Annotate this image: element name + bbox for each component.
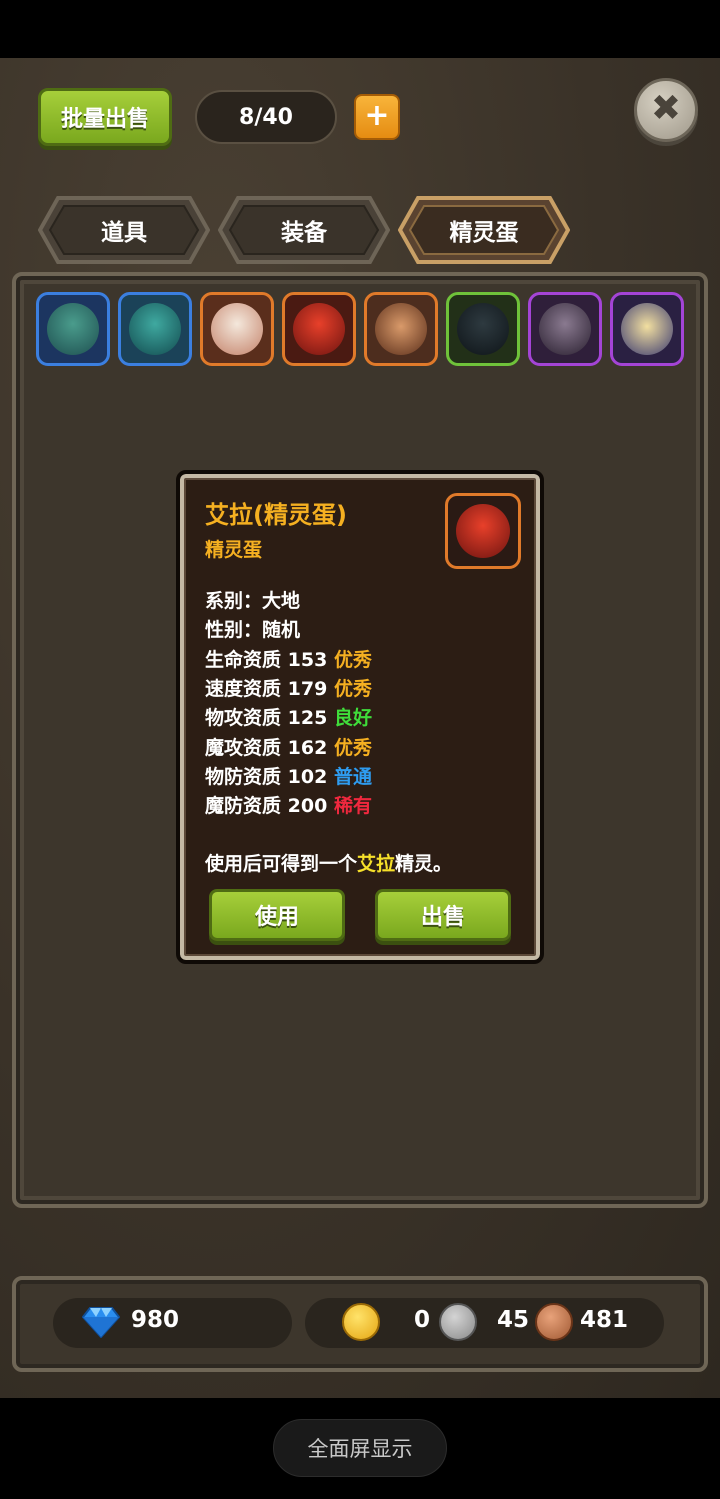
stat-label: 生命资质	[205, 649, 282, 671]
sell-button[interactable]: 出售	[375, 889, 511, 941]
stat-matk-aptitude: 魔攻资质 162 优秀	[205, 733, 372, 760]
stat-value: 102	[287, 766, 328, 788]
stat-speed-aptitude: 速度资质 179 优秀	[205, 674, 372, 701]
stat-label: 系别：	[205, 590, 263, 612]
inventory-slot[interactable]	[610, 292, 684, 366]
stat-element: 系别：大地	[205, 586, 300, 613]
tab-equipment-label: 装备	[281, 220, 327, 246]
witch-girl-icon	[621, 303, 673, 355]
diamond-icon	[82, 1307, 120, 1338]
stat-label: 性别：	[205, 619, 263, 641]
item-icon-frame	[445, 493, 521, 569]
tab-items[interactable]: 道具	[38, 196, 210, 264]
bronze-amount: 481	[580, 1307, 629, 1333]
tab-spirit-eggs-label: 精灵蛋	[449, 220, 519, 246]
stat-label: 物防资质	[205, 766, 282, 788]
black-bird-icon	[457, 303, 509, 355]
stat-grade: 良好	[333, 707, 372, 729]
desc-highlight: 艾拉	[357, 853, 396, 875]
stat-value: 大地	[262, 590, 301, 612]
stat-grade: 普通	[333, 766, 372, 788]
stat-hp-aptitude: 生命资质 153 优秀	[205, 645, 372, 672]
stat-label: 魔防资质	[205, 795, 282, 817]
stat-value: 200	[287, 795, 328, 817]
red-dragon-icon	[456, 504, 510, 558]
tab-equipment[interactable]: 装备	[218, 196, 390, 264]
gold-crown-coin-icon	[342, 1303, 380, 1341]
desc-suffix: 精灵。	[395, 853, 453, 875]
stat-grade: 优秀	[333, 678, 372, 700]
teal-creature-icon	[129, 303, 181, 355]
tab-spirit-eggs[interactable]: 精灵蛋	[398, 196, 570, 264]
stat-value: 179	[287, 678, 328, 700]
stat-patk-aptitude: 物攻资质 125 良好	[205, 703, 372, 730]
inventory-slot[interactable]	[364, 292, 438, 366]
stat-pdef-aptitude: 物防资质 102 普通	[205, 762, 372, 789]
inventory-slot[interactable]	[200, 292, 274, 366]
stat-mdef-aptitude: 魔防资质 200 稀有	[205, 791, 372, 818]
inventory-slot[interactable]	[528, 292, 602, 366]
item-title: 艾拉(精灵蛋)	[205, 501, 347, 529]
inventory-slot[interactable]	[118, 292, 192, 366]
stat-value: 125	[287, 707, 328, 729]
close-icon[interactable]: ✖	[634, 78, 698, 142]
inventory-capacity: 8/40	[195, 90, 337, 144]
silver-amount: 45	[497, 1307, 530, 1333]
desc-prefix: 使用后可得到一个	[205, 853, 358, 875]
status-bar-area	[0, 0, 720, 58]
stat-label: 物攻资质	[205, 707, 282, 729]
inventory-slot[interactable]	[36, 292, 110, 366]
tab-items-label: 道具	[101, 220, 147, 246]
plus-icon[interactable]: +	[354, 94, 400, 140]
item-type: 精灵蛋	[205, 539, 263, 561]
stat-label: 速度资质	[205, 678, 282, 700]
gold-amount: 0	[414, 1307, 431, 1333]
stat-grade: 优秀	[333, 737, 372, 759]
blue-creature-icon	[47, 303, 99, 355]
use-button[interactable]: 使用	[209, 889, 345, 941]
bronze-crown-coin-icon	[535, 1303, 573, 1341]
stat-value: 随机	[262, 619, 301, 641]
silver-crown-coin-icon	[439, 1303, 477, 1341]
fullscreen-display-button[interactable]: 全面屏显示	[273, 1419, 447, 1477]
brown-hero-icon	[375, 303, 427, 355]
gem-amount: 980	[131, 1307, 180, 1333]
stat-gender: 性别：随机	[205, 615, 300, 642]
stat-value: 153	[287, 649, 328, 671]
shadow-beast-icon	[539, 303, 591, 355]
stat-grade: 稀有	[333, 795, 372, 817]
stat-grade: 优秀	[333, 649, 372, 671]
inventory-slot[interactable]	[446, 292, 520, 366]
inventory-slot[interactable]	[282, 292, 356, 366]
red-dragon-icon	[293, 303, 345, 355]
item-description: 使用后可得到一个艾拉精灵。	[205, 849, 452, 876]
bulk-sell-button[interactable]: 批量出售	[38, 88, 172, 146]
stat-label: 魔攻资质	[205, 737, 282, 759]
stat-value: 162	[287, 737, 328, 759]
white-ball-creature-icon	[211, 303, 263, 355]
